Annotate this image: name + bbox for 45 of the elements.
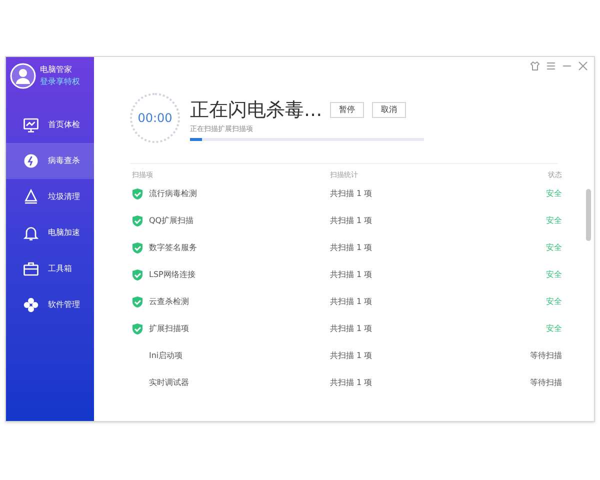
table-cell-text: 共扫描 1 项 <box>330 269 374 281</box>
table-cell-text: 共扫描 1 项 <box>330 323 374 335</box>
status-cell-text: 等待扫描 <box>529 350 562 362</box>
scan-button[interactable]: 暂停 <box>330 102 364 118</box>
nav-item[interactable]: 软件管理 <box>6 287 94 323</box>
status-cell-text: 安全 <box>545 242 562 254</box>
timer-ring: 00:00 <box>130 93 180 143</box>
table-cell: QQ扩展扫描 <box>149 215 194 227</box>
status-cell-text: 安全 <box>545 215 562 227</box>
bell-icon <box>22 224 40 242</box>
status-cell-text: 安全 <box>545 296 562 308</box>
nav-item[interactable]: 工具箱 <box>6 251 94 287</box>
login-link[interactable]: 登录享特权 <box>40 76 80 88</box>
table-cell-text: 共扫描 1 项 <box>330 296 374 308</box>
clover-icon <box>22 296 40 314</box>
nav-item[interactable]: 首页体检 <box>6 107 94 143</box>
close-icon[interactable] <box>578 61 588 71</box>
table-cell-text: 共扫描 1 项 <box>330 215 374 227</box>
table-cell: LSP网络连接 <box>149 269 196 281</box>
status-cell-text: 等待扫描 <box>529 377 562 389</box>
table-cell: 实时调试器 <box>149 377 189 389</box>
nav-item[interactable]: 电脑加速 <box>6 215 94 251</box>
scan-title: 正在闪电杀毒... <box>190 98 322 122</box>
status-cell-text: 安全 <box>545 188 562 200</box>
table-cell: 数字签名服务 <box>149 242 197 254</box>
table-cell-text: 共扫描 1 项 <box>330 377 374 389</box>
table-cell-text: 共扫描 1 项 <box>330 188 374 200</box>
user-name: 电脑管家 <box>40 64 73 76</box>
table-cell-text: 共扫描 1 项 <box>330 242 374 254</box>
table-cell: 扩展扫描项 <box>149 323 189 335</box>
scan-button[interactable]: 取消 <box>372 102 406 118</box>
status-cell-text: 安全 <box>545 323 562 335</box>
status-cell-text: 安全 <box>545 269 562 281</box>
table-cell: 云查杀检测 <box>149 296 189 308</box>
avatar-icon <box>10 63 36 89</box>
toolbox-icon <box>22 260 40 278</box>
scrollbar[interactable] <box>586 189 591 241</box>
table-cell-text: 共扫描 1 项 <box>330 350 374 362</box>
skin-icon[interactable] <box>530 61 540 71</box>
table-cell: 流行病毒检测 <box>149 188 197 200</box>
nav-item[interactable]: 病毒查杀 <box>6 143 94 179</box>
monitor-icon <box>22 116 40 134</box>
nav-item[interactable]: 垃圾清理 <box>6 179 94 215</box>
table-cell: Ini启动项 <box>149 350 183 362</box>
menu-icon[interactable] <box>546 61 556 71</box>
